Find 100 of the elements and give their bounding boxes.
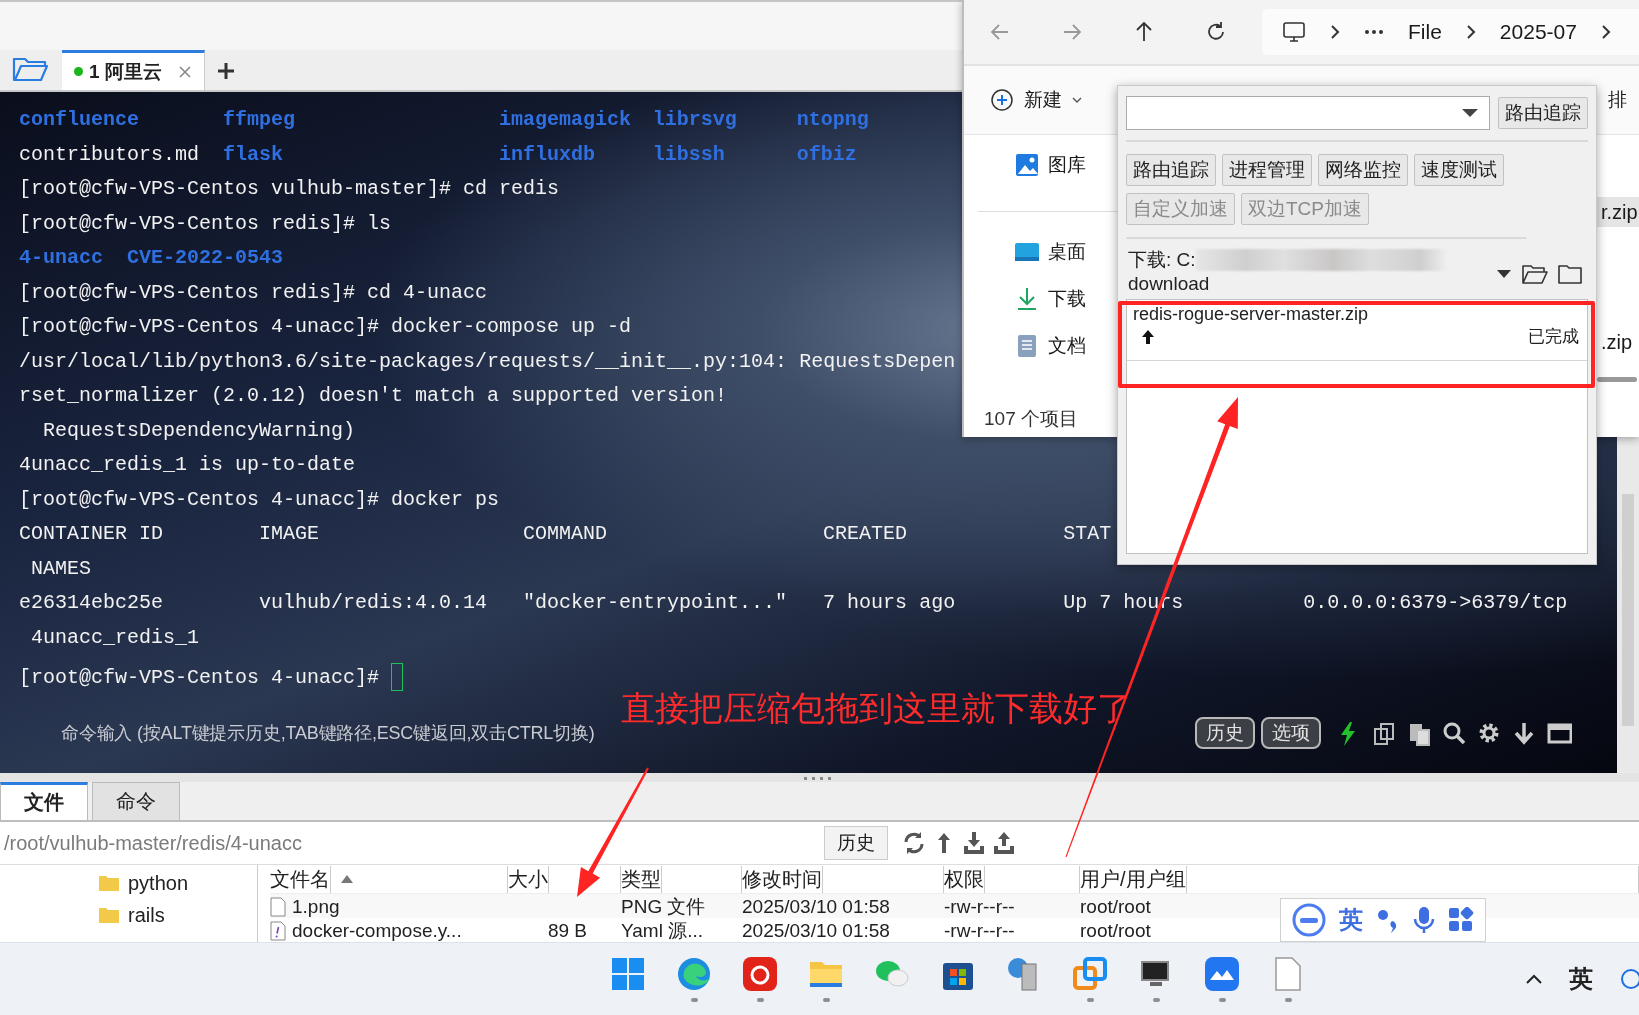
squares-icon[interactable] <box>1072 956 1108 992</box>
sidebar-item[interactable]: 下载 <box>964 281 1119 317</box>
button-label: 新建 <box>1024 88 1062 112</box>
route-trace-button[interactable]: 路由追踪 <box>1498 97 1588 129</box>
terminal-text: CVE-2022-0543 <box>127 246 284 271</box>
terminal-text: "docker-entrypoint..." <box>523 591 788 616</box>
file-row[interactable]: r.zip <box>1597 197 1639 227</box>
chevron-right-icon[interactable] <box>1465 24 1476 40</box>
breadcrumb-item[interactable]: 2025-07 <box>1499 20 1577 44</box>
toolbar-button[interactable]: 选项 <box>1261 717 1321 749</box>
sidebar-item[interactable]: 文档 <box>964 328 1119 364</box>
file-type: PNG 文件 <box>621 895 706 919</box>
sort-button[interactable]: 排 <box>1608 87 1627 113</box>
sidebar-item[interactable]: 图库 <box>964 147 1119 183</box>
terminal-text: 7 hours ago <box>823 591 956 616</box>
scrollbar-thumb[interactable] <box>1622 494 1634 726</box>
refresh-icon[interactable] <box>902 831 926 855</box>
column-label: 类型 <box>621 865 662 893</box>
terminal-text: imagemagick <box>499 108 632 133</box>
more-icon[interactable] <box>1364 29 1384 35</box>
session-tab[interactable]: 1 阿里云 <box>62 50 205 90</box>
history-button[interactable]: 历史 <box>824 826 888 860</box>
close-icon[interactable] <box>177 64 192 79</box>
pane-tab[interactable]: 文件 <box>0 782 88 820</box>
chevron-right-icon[interactable] <box>1600 24 1611 40</box>
start-icon[interactable] <box>610 956 646 992</box>
plus-circle-icon <box>990 88 1014 112</box>
terminal-text: 0.0.0.0:6379->6379/tcp <box>1303 591 1568 616</box>
chevron-up-icon[interactable] <box>1525 973 1543 985</box>
folder-label[interactable]: python <box>128 871 189 895</box>
file-permissions: -rw-r--r-- <box>944 920 1015 942</box>
apps-grid-icon[interactable] <box>1448 907 1475 933</box>
modified-time: 2025/03/10 01:58 <box>742 896 890 918</box>
column-label: 文件名 <box>270 865 331 893</box>
download-file-name: redis-rogue-server-master.zip <box>1133 304 1370 325</box>
breadcrumb-item[interactable]: File <box>1408 20 1442 44</box>
tool-button[interactable]: 进程管理 <box>1222 154 1312 186</box>
file-name[interactable]: docker-compose.y... <box>292 920 462 942</box>
search-icon[interactable] <box>1442 720 1467 746</box>
download-icon[interactable] <box>962 831 986 855</box>
column-header[interactable]: 权限 <box>944 865 1080 893</box>
column-label: 权限 <box>944 865 985 893</box>
terminal-line: RequestsDependencyWarning) <box>42 418 356 444</box>
input-language-toggle[interactable]: 英 <box>1338 904 1363 936</box>
terminal-text: CONTAINER ID <box>19 522 164 547</box>
sidebar-label: 文档 <box>1048 334 1086 358</box>
chevron-right-icon[interactable] <box>1330 24 1340 40</box>
copy-icon[interactable] <box>1372 720 1397 746</box>
terminal-line: NAMES <box>30 556 91 582</box>
sidebar-label: 下载 <box>1048 287 1086 311</box>
horizontal-scrollbar[interactable] <box>1597 377 1637 382</box>
column-header[interactable]: 文件名 <box>270 865 508 893</box>
tool-button[interactable]: 路由追踪 <box>1126 154 1216 186</box>
terminal-text: flask <box>223 142 284 168</box>
plus-icon[interactable] <box>216 62 235 80</box>
file-size: 89 B <box>547 920 587 942</box>
upload-icon[interactable] <box>992 831 1016 855</box>
input-method-indicator[interactable]: 英 <box>1569 963 1593 995</box>
dropdown-caret-icon <box>1461 108 1479 118</box>
folder-label[interactable]: rails <box>128 903 165 927</box>
tool-button[interactable]: 网络监控 <box>1318 154 1408 186</box>
download-status: 已完成 <box>1528 326 1579 348</box>
pane-tab[interactable]: 命令 <box>92 782 180 820</box>
up-arrow-icon <box>1141 328 1155 345</box>
terminal-line: /usr/local/lib/python3.6/site-packages/requests/__init__.py:104: RequestsDepen <box>19 349 956 375</box>
terminal-text: ntopng <box>796 108 869 133</box>
monitor-icon[interactable] <box>1282 20 1306 44</box>
terminal-line: [root@cfw-VPS-Centos redis]# ls <box>19 211 392 237</box>
sort-ascending-icon[interactable] <box>341 875 353 883</box>
scrollbar-track[interactable] <box>1617 437 1639 773</box>
toolbar-button[interactable]: 历史 <box>1195 717 1255 749</box>
folder-open-icon[interactable] <box>1522 263 1548 285</box>
file-name[interactable]: 1.png <box>292 896 340 918</box>
terminal-text: influxdb <box>499 142 596 168</box>
column-header[interactable]: 类型 <box>621 865 742 893</box>
modified-time: 2025/03/10 01:58 <box>742 920 890 942</box>
microphone-icon[interactable] <box>1413 906 1436 934</box>
folder-icon[interactable] <box>1558 263 1582 285</box>
file-row[interactable]: .zip <box>1597 327 1639 357</box>
new-button[interactable]: 新建 <box>990 87 1082 113</box>
terminal-text: librsvg <box>652 108 737 133</box>
terminal-text: IMAGE <box>259 522 320 547</box>
terminal-line: rset_normalizer (2.0.12) doesn't match a supported version! <box>19 384 728 409</box>
file-permissions: -rw-r--r-- <box>944 896 1015 918</box>
browser-icon[interactable] <box>676 956 712 992</box>
path-field[interactable]: /root/vulhub-master/redis/4-unacc <box>4 831 824 855</box>
terminal-line: 4unacc_redis_1 <box>30 625 200 651</box>
sidebar-label: 桌面 <box>1048 240 1086 264</box>
tool-button[interactable]: 速度测试 <box>1414 154 1504 186</box>
column-header[interactable]: 修改时间 <box>742 865 944 893</box>
terminal-line: [root@cfw-VPS-Centos 4-unacc]# docker ps <box>19 487 500 513</box>
sidebar-item[interactable]: 桌面 <box>964 234 1119 270</box>
terminal-text: libssh <box>652 142 725 168</box>
terminal-text: ffmpeg <box>223 108 296 133</box>
column-header[interactable]: 用户/用户组 <box>1080 865 1639 893</box>
terminal-text: confluence <box>19 108 140 133</box>
terminal-line: [root@cfw-VPS-Centos 4-unacc]# <box>19 665 380 689</box>
dropdown-caret-icon[interactable] <box>1496 269 1512 279</box>
download-item[interactable]: redis-rogue-server-master.zip 已完成 <box>1127 300 1587 361</box>
terminal-text: ofbiz <box>796 142 857 168</box>
